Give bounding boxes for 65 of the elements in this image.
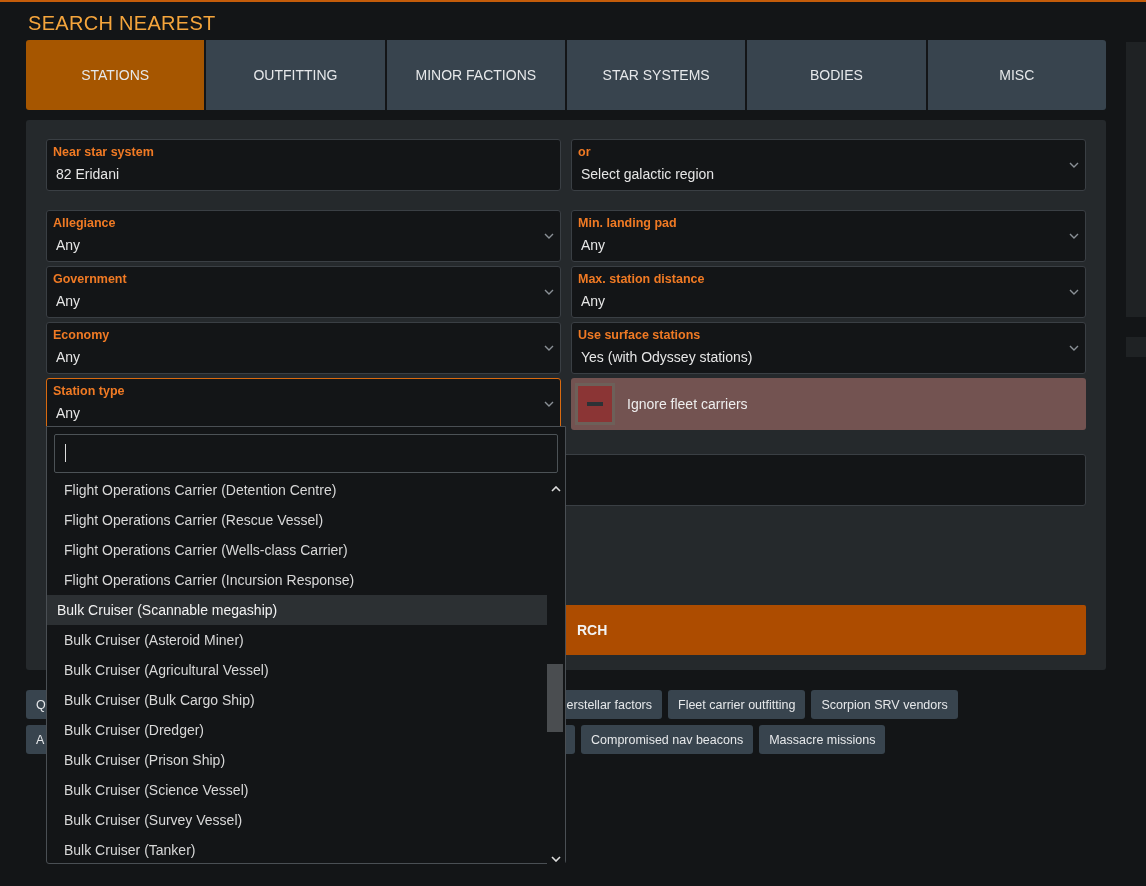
select-field[interactable]: or Select galactic region — [571, 139, 1086, 191]
field-label: or — [578, 145, 592, 161]
field-label: Economy — [53, 328, 111, 344]
dropdown-option[interactable]: Bulk Cruiser (Dredger) — [47, 715, 547, 745]
checkbox-row[interactable]: Ignore fleet carriers — [571, 378, 1086, 430]
field-value: Select galactic region — [580, 166, 716, 182]
chevron-down-icon — [544, 289, 554, 295]
dropdown-option[interactable]: Flight Operations Carrier (Detention Centre) — [47, 475, 547, 505]
tab[interactable]: MINOR FACTIONS — [386, 40, 565, 110]
tab[interactable]: MISC — [927, 40, 1106, 110]
select-field[interactable]: Use surface stations Yes (with Odyssey stations) — [571, 322, 1086, 374]
dropdown-option[interactable]: Bulk Cruiser (Tanker) — [47, 835, 547, 865]
tab[interactable]: OUTFITTING — [206, 40, 385, 110]
chevron-down-icon — [1069, 345, 1079, 351]
chevron-down-icon — [544, 233, 554, 239]
field-value: 82 Eridani — [55, 166, 121, 182]
checkbox[interactable] — [575, 383, 615, 425]
search-field[interactable] — [54, 434, 558, 473]
tab[interactable]: STATIONS — [26, 40, 205, 110]
dropdown-option[interactable]: Flight Operations Carrier (Wells-class Carrier) — [47, 535, 547, 565]
chevron-up-icon — [551, 486, 561, 492]
select-field[interactable]: Max. station distance Any — [571, 266, 1086, 318]
field-label: Near star system — [53, 145, 155, 161]
dropdown-option[interactable]: Bulk Cruiser (Agricultural Vessel) — [47, 655, 547, 685]
chevron-down-icon — [544, 401, 554, 407]
tag-chip[interactable]: Scorpion SRV vendors — [811, 690, 958, 719]
chevron-down-icon — [551, 856, 561, 862]
field-value: Any — [55, 349, 82, 365]
dropdown-option[interactable]: Bulk Cruiser (Scannable megaship) — [47, 595, 547, 625]
field-label: Use surface stations — [578, 328, 702, 344]
tab[interactable]: BODIES — [747, 40, 926, 110]
dropdown-option[interactable]: Bulk Cruiser (Science Vessel) — [47, 775, 547, 805]
checkbox-label: Ignore fleet carriers — [627, 396, 748, 412]
tag-chip[interactable]: Compromised nav beacons — [581, 725, 754, 754]
chevron-down-icon — [544, 345, 554, 351]
input-field[interactable]: Near star system 82 Eridani — [46, 139, 561, 191]
field-value: Any — [55, 405, 82, 421]
field-value: Any — [55, 293, 82, 309]
chevron-down-icon — [1069, 162, 1079, 168]
select-field[interactable]: Allegiance Any — [46, 210, 561, 262]
select-field[interactable]: Economy Any — [46, 322, 561, 374]
chevron-down-icon — [1069, 289, 1079, 295]
field-label: Station type — [53, 384, 126, 400]
field-label: Max. station distance — [578, 272, 706, 288]
dropdown-option[interactable]: Bulk Cruiser (Asteroid Miner) — [47, 625, 547, 655]
tag-chip[interactable]: Fleet carrier outfitting — [668, 690, 806, 719]
dropdown-option[interactable]: Flight Operations Carrier (Incursion Response) — [47, 565, 547, 595]
page-title: SEARCH NEAREST — [27, 11, 217, 36]
field-value: Any — [580, 237, 607, 253]
field-value: Yes (with Odyssey stations) — [580, 349, 754, 365]
field-label: Allegiance — [53, 216, 117, 232]
field-label: Government — [53, 272, 128, 288]
tag-chip[interactable]: Massacre missions — [759, 725, 886, 754]
field-value: Any — [580, 293, 607, 309]
dropdown-option[interactable]: Bulk Cruiser (Prison Ship) — [47, 745, 547, 775]
dropdown-option[interactable]: Flight Operations Carrier (Rescue Vessel) — [47, 505, 547, 535]
dropdown-option[interactable]: Bulk Cruiser (Survey Vessel) — [47, 805, 547, 835]
tab[interactable]: STAR SYSTEMS — [567, 40, 746, 110]
dropdown-option[interactable]: Bulk Cruiser (Bulk Cargo Ship) — [47, 685, 547, 715]
select-field[interactable]: Government Any — [46, 266, 561, 318]
field-value: Any — [55, 237, 82, 253]
field-label: Min. landing pad — [578, 216, 678, 232]
scrollbar-thumb[interactable] — [547, 664, 563, 732]
select-field[interactable]: Min. landing pad Any — [571, 210, 1086, 262]
chevron-down-icon — [1069, 233, 1079, 239]
